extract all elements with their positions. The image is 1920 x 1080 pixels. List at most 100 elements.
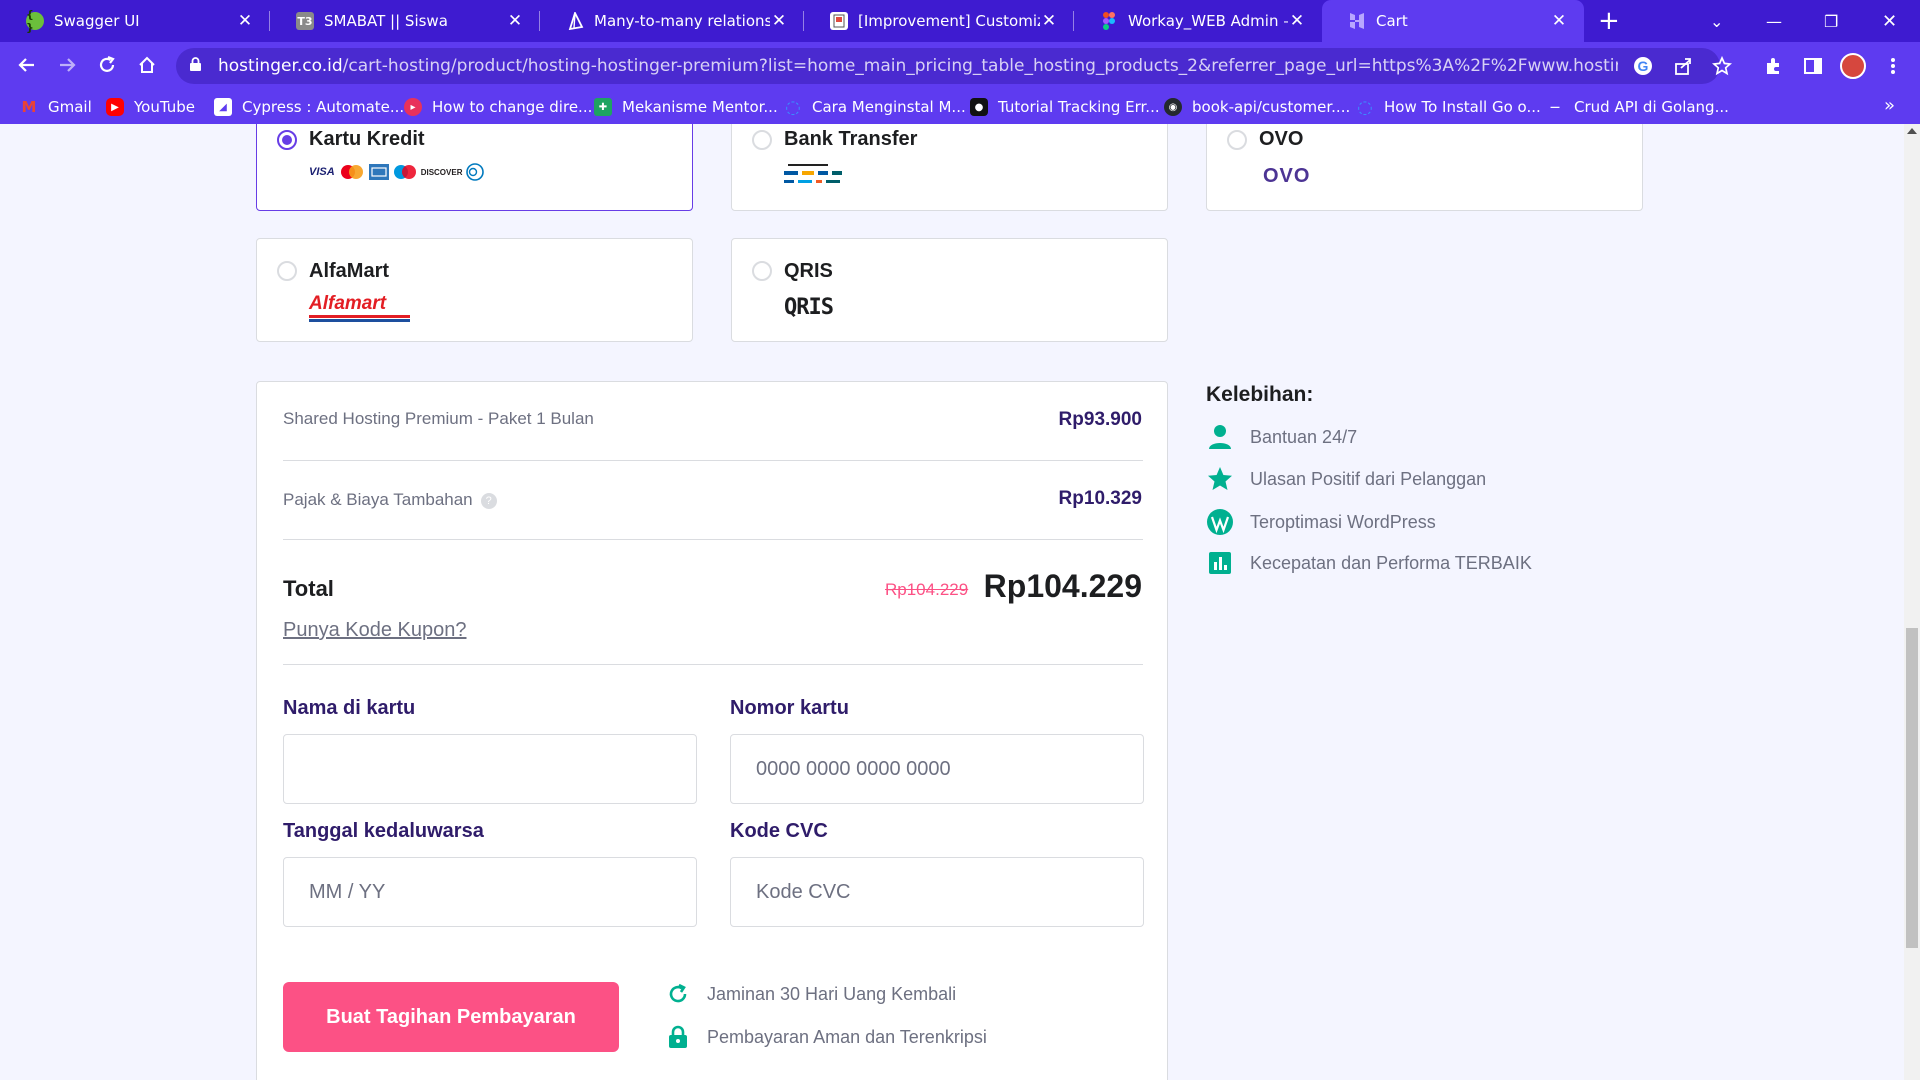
create-invoice-button[interactable]: Buat Tagihan Pembayaran <box>283 982 619 1052</box>
cvc-label: Kode CVC <box>730 820 828 842</box>
close-tab-icon[interactable]: ✕ <box>1550 11 1568 31</box>
payment-title: Bank Transfer <box>784 128 918 150</box>
bookmark-install-go[interactable]: ◌ How To Install Go o... <box>1356 94 1541 120</box>
new-tab-button[interactable]: + <box>1598 6 1620 36</box>
url-path: /cart-hosting/product/hosting-hostinger-… <box>342 56 1618 76</box>
back-icon[interactable] <box>12 50 42 80</box>
cypress-icon: ◢ <box>214 98 232 116</box>
hostinger-icon <box>1348 12 1366 30</box>
bookmark-gmail[interactable]: M Gmail <box>20 94 92 120</box>
assurance-text: Jaminan 30 Hari Uang Kembali <box>707 983 957 1004</box>
cvc-input[interactable] <box>730 857 1144 927</box>
restore-button[interactable]: ❐ <box>1824 0 1838 42</box>
expiry-input[interactable] <box>283 857 697 927</box>
bookmark-label: Cypress : Automate... <box>242 98 405 116</box>
advantage-item: Kecepatan dan Performa TERBAIK <box>1206 550 1532 576</box>
payment-option-ovo[interactable]: OVO OVO <box>1206 124 1643 211</box>
card-number-input[interactable] <box>730 734 1144 804</box>
medium-icon: ● <box>970 98 988 116</box>
radio-kartu-kredit[interactable] <box>277 130 297 150</box>
radio-alfamart[interactable] <box>277 261 297 281</box>
payment-option-kartu-kredit[interactable]: Kartu Kredit VISA DISCOVER <box>256 124 693 211</box>
tax-label: Pajak & Biaya Tambahan <box>283 490 473 509</box>
assurance-text: Pembayaran Aman dan Terenkripsi <box>707 1026 987 1047</box>
radio-bank-transfer[interactable] <box>752 130 772 150</box>
tab-swagger[interactable]: { } Swagger UI ✕ <box>0 0 270 42</box>
radio-ovo[interactable] <box>1227 130 1247 150</box>
minimize-button[interactable]: — <box>1766 0 1782 42</box>
assurance-money-back: Jaminan 30 Hari Uang Kembali <box>667 983 956 1005</box>
bookmark-tutorial-tracking[interactable]: ● Tutorial Tracking Err... <box>970 94 1160 120</box>
close-tab-icon[interactable]: ✕ <box>770 11 788 31</box>
bookmark-label: Crud API di Golang... <box>1574 98 1729 116</box>
payment-option-qris[interactable]: QRIS QRIS <box>731 238 1168 342</box>
sheets-icon: ✚ <box>594 98 612 116</box>
amex-logo <box>368 164 389 180</box>
payment-title: QRIS <box>784 260 833 282</box>
bookmark-cypress[interactable]: ◢ Cypress : Automate... <box>214 94 404 120</box>
page-scrollbar[interactable] <box>1904 124 1920 1080</box>
tab-cart[interactable]: Cart ✕ <box>1322 0 1584 42</box>
home-icon[interactable] <box>132 50 162 80</box>
profile-avatar[interactable] <box>1840 53 1866 79</box>
extensions-icon[interactable] <box>1760 53 1786 79</box>
tab-search-icon[interactable]: ⌄ <box>1710 0 1723 42</box>
url-text[interactable]: hostinger.co.id/cart-hosting/product/hos… <box>218 56 1618 76</box>
menu-icon[interactable] <box>1880 53 1906 79</box>
visa-logo: VISA <box>309 166 335 178</box>
tab-smabat[interactable]: T3 SMABAT || Siswa ✕ <box>270 0 540 42</box>
bookmark-change-dir[interactable]: ▸ How to change dire... <box>404 94 592 120</box>
bookmark-star-icon[interactable] <box>1709 53 1735 79</box>
tab-prisma[interactable]: Many-to-many relations ✕ <box>540 0 804 42</box>
divider <box>283 460 1143 461</box>
alfamart-logo-text: Alfamart <box>309 293 387 314</box>
advantage-label: Bantuan 24/7 <box>1250 426 1358 447</box>
advantage-label: Teroptimasi WordPress <box>1250 511 1436 532</box>
forward-icon[interactable] <box>52 50 82 80</box>
loading-icon: ◌ <box>785 96 801 118</box>
advantages-title: Kelebihan: <box>1206 383 1314 406</box>
svg-text:G: G <box>1638 58 1649 74</box>
share-icon[interactable] <box>1670 53 1696 79</box>
close-tab-icon[interactable]: ✕ <box>236 11 254 31</box>
tab-figma[interactable]: Workay_WEB Admin – Figm ✕ <box>1074 0 1322 42</box>
close-tab-icon[interactable]: ✕ <box>1288 11 1306 31</box>
scrollbar-thumb[interactable] <box>1906 628 1918 948</box>
close-tab-icon[interactable]: ✕ <box>506 11 524 31</box>
reload-icon[interactable] <box>92 50 122 80</box>
person-icon <box>1209 425 1231 449</box>
lock-icon[interactable] <box>190 57 201 71</box>
bookmark-cara-menginstal[interactable]: ◌ Cara Menginstal M... <box>784 94 966 120</box>
payment-option-alfamart[interactable]: AlfaMart Alfamart <box>256 238 693 342</box>
help-icon[interactable]: ? <box>480 493 497 509</box>
chart-icon <box>1209 552 1231 574</box>
close-tab-icon[interactable]: ✕ <box>1040 11 1058 31</box>
close-window-button[interactable]: ✕ <box>1882 0 1897 42</box>
payment-option-bank-transfer[interactable]: Bank Transfer <box>731 124 1168 211</box>
doc-icon <box>830 12 848 30</box>
bookmark-label: Mekanisme Mentor... <box>622 98 778 116</box>
card-name-input[interactable] <box>283 734 697 804</box>
advantage-label: Kecepatan dan Performa TERBAIK <box>1250 552 1532 573</box>
bookmark-mekanisme[interactable]: ✚ Mekanisme Mentor... <box>594 94 778 120</box>
total-price: Rp104.229 <box>983 568 1142 604</box>
side-panel-icon[interactable] <box>1800 53 1826 79</box>
alfamart-stripe-blue <box>309 319 410 322</box>
prisma-icon <box>566 12 584 30</box>
tab-title: [Improvement] Customize / <box>858 12 1040 30</box>
bookmark-label: How to change dire... <box>432 98 593 116</box>
bookmark-youtube[interactable]: ▶ YouTube <box>106 94 195 120</box>
google-icon[interactable]: G <box>1630 53 1656 79</box>
radio-qris[interactable] <box>752 261 772 281</box>
bookmark-book-api[interactable]: ◉ book-api/customer.... <box>1164 94 1350 120</box>
tab-improvement[interactable]: [Improvement] Customize / ✕ <box>804 0 1074 42</box>
alfamart-logo: Alfamart <box>309 293 410 322</box>
bookmark-crud-api[interactable]: — Crud API di Golang... <box>1546 94 1729 120</box>
coupon-link[interactable]: Punya Kode Kupon? <box>283 619 467 642</box>
site-icon: ▸ <box>404 98 422 116</box>
tab-title: SMABAT || Siswa <box>324 12 448 30</box>
scroll-up-icon[interactable] <box>1907 128 1917 134</box>
bookmarks-overflow-button[interactable]: » <box>1884 95 1895 116</box>
tab-title: Workay_WEB Admin – Figm <box>1128 12 1288 30</box>
card-brand-logos: VISA DISCOVER <box>309 163 485 181</box>
